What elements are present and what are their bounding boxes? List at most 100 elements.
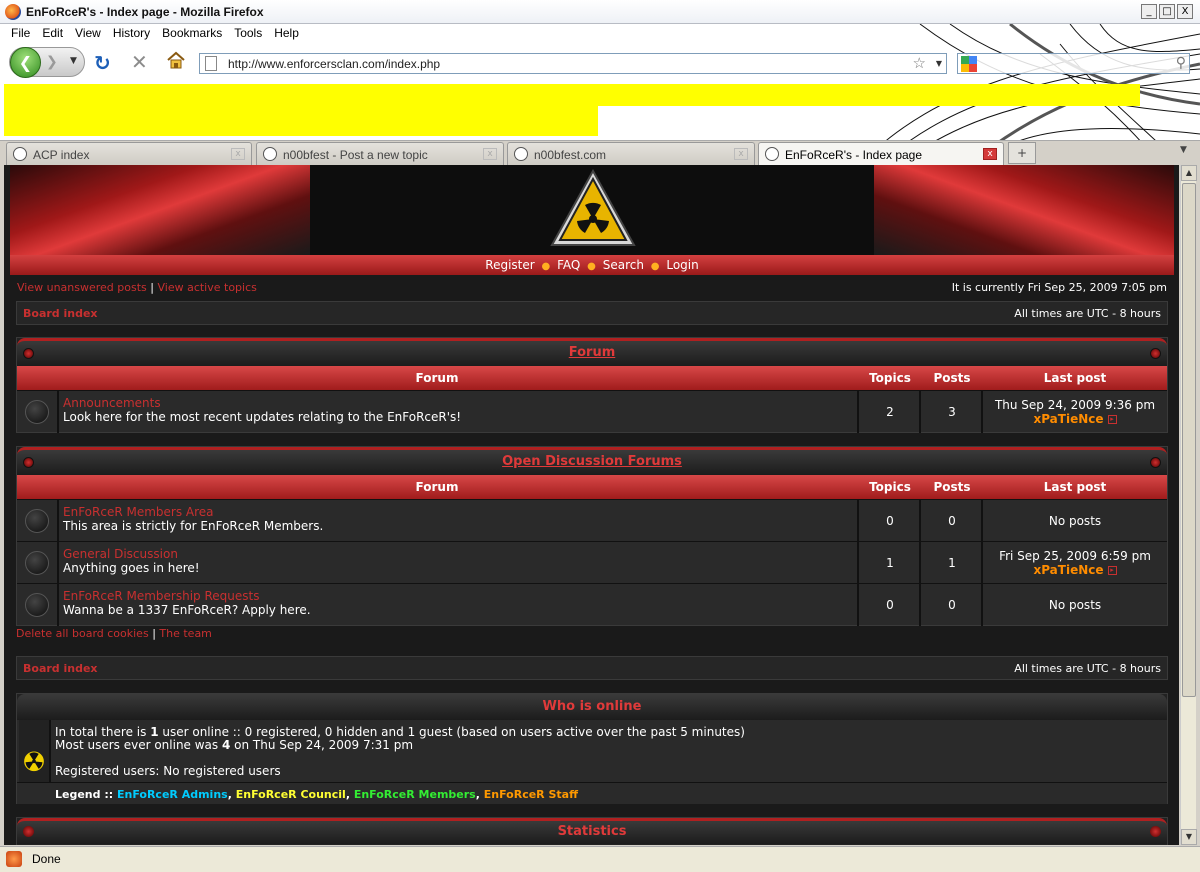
home-icon[interactable] [166, 51, 186, 69]
category-title-link[interactable]: Open Discussion Forums [502, 454, 682, 469]
tab-favicon-icon [514, 147, 528, 161]
radiation-warning-logo-icon[interactable] [550, 169, 636, 247]
tab-label: EnFoRceR's - Index page [785, 148, 923, 162]
posts-count: 1 [948, 556, 956, 570]
history-dropdown-icon[interactable]: ▼ [70, 56, 77, 66]
breadcrumb: Board index All times are UTC - 8 hours [16, 301, 1168, 325]
forum-description: Anything goes in here! [63, 561, 200, 575]
col-topics: Topics [869, 371, 911, 385]
banner-left-graphic [10, 165, 310, 255]
unanswered-posts-link[interactable]: View unanswered posts [17, 281, 147, 294]
active-topics-link[interactable]: View active topics [157, 281, 256, 294]
tab-list-icon[interactable]: ▼ [1180, 145, 1187, 155]
scroll-thumb[interactable] [1182, 183, 1196, 697]
menu-file[interactable]: File [0, 24, 36, 40]
legend-members-link[interactable]: EnFoRceR Members [354, 788, 476, 801]
current-time: It is currently Fri Sep 25, 2009 7:05 pm [951, 281, 1167, 294]
col-posts: Posts [933, 371, 971, 385]
last-post-date: No posts [1048, 598, 1102, 612]
status-addon-icon[interactable] [6, 851, 22, 867]
search-bar[interactable]: ⚲ [957, 53, 1190, 74]
tab-favicon-icon [13, 147, 27, 161]
tab-favicon-icon [263, 147, 277, 161]
bullet-icon: ● [541, 261, 551, 272]
forum-nav-bar: Register ● FAQ ● Search ● Login [10, 255, 1174, 275]
url-text[interactable]: http://www.enforcersclan.com/index.php [228, 57, 440, 71]
new-tab-button[interactable]: + [1008, 142, 1036, 164]
tab-acp-index[interactable]: ACP index x [6, 142, 252, 165]
forum-description: This area is strictly for EnFoRceR Membe… [63, 519, 324, 533]
who-is-online-panel: Who is online In total there is 1 user o… [16, 693, 1168, 804]
radiation-icon [19, 720, 51, 782]
tab-n00bfest[interactable]: n00bfest.com x [507, 142, 755, 165]
back-button[interactable]: ❮ [10, 47, 41, 78]
no-new-posts-icon [25, 593, 49, 617]
posts-count: 0 [948, 514, 956, 528]
view-latest-post-icon[interactable]: ▸ [1107, 415, 1117, 424]
statistics-header: Statistics [17, 818, 1167, 844]
menu-edit[interactable]: Edit [36, 24, 69, 40]
search-link[interactable]: Search [603, 258, 644, 272]
google-search-engine-icon[interactable] [961, 56, 977, 72]
faq-link[interactable]: FAQ [557, 258, 580, 272]
forum-name-link[interactable]: EnFoRceR Members Area [63, 505, 214, 519]
close-window-button[interactable]: X [1177, 4, 1193, 19]
maximize-button[interactable]: □ [1159, 4, 1175, 19]
legend-council-link[interactable]: EnFoRceR Council [236, 788, 346, 801]
board-index-link[interactable]: Board index [23, 662, 98, 675]
minimize-button[interactable]: _ [1141, 4, 1157, 19]
last-post-user-link[interactable]: xPaTieNce [1033, 563, 1103, 577]
tab-label: n00bfest.com [534, 148, 607, 162]
tab-close-icon[interactable]: x [983, 148, 997, 160]
register-link[interactable]: Register [485, 258, 534, 272]
search-icon[interactable]: ⚲ [1176, 55, 1186, 71]
navigation-toolbar: ❮ ❯ ▼ ↻ ✕ http://www.enforcersclan.com/i… [0, 44, 1200, 84]
scroll-down-icon[interactable]: ▼ [1181, 829, 1197, 845]
last-post-user-link[interactable]: xPaTieNce [1033, 412, 1103, 426]
category-title-link[interactable]: Forum [569, 345, 616, 360]
forum-name-link[interactable]: EnFoRceR Membership Requests [63, 589, 259, 603]
forum-name-link[interactable]: Announcements [63, 396, 161, 410]
login-link[interactable]: Login [666, 258, 698, 272]
column-headers: Forum Topics Posts Last post [17, 366, 1167, 390]
the-team-link[interactable]: The team [159, 627, 212, 640]
bullet-icon: ● [587, 261, 596, 272]
tab-close-icon[interactable]: x [734, 148, 748, 160]
menu-history[interactable]: History [107, 24, 156, 40]
legend-staff-link[interactable]: EnFoRceR Staff [484, 788, 578, 801]
tab-n00bfest-post[interactable]: n00bfest - Post a new topic x [256, 142, 504, 165]
legend-admins-link[interactable]: EnFoRceR Admins [117, 788, 228, 801]
timezone-text: All times are UTC - 8 hours [1014, 662, 1161, 675]
bookmark-star-icon[interactable]: ☆ [913, 54, 926, 72]
link-separator: | [150, 281, 154, 294]
no-new-posts-icon [25, 509, 49, 533]
tab-close-icon[interactable]: x [483, 148, 497, 160]
url-dropdown-icon[interactable]: ▼ [936, 59, 942, 68]
menu-help[interactable]: Help [268, 24, 305, 40]
stop-icon[interactable]: ✕ [131, 50, 148, 74]
corner-bolt-icon [23, 826, 34, 837]
vertical-scrollbar[interactable]: ▲ ▼ [1180, 165, 1197, 845]
url-bar[interactable]: http://www.enforcersclan.com/index.php ☆… [199, 53, 947, 74]
scroll-up-icon[interactable]: ▲ [1181, 165, 1197, 181]
registered-users-text: Registered users: No registered users [55, 764, 281, 778]
corner-bolt-icon [23, 348, 34, 359]
menu-bookmarks[interactable]: Bookmarks [156, 24, 228, 40]
tab-enforcers-index[interactable]: EnFoRceR's - Index page x [758, 142, 1004, 166]
delete-cookies-link[interactable]: Delete all board cookies [16, 627, 149, 640]
forum-name-link[interactable]: General Discussion [63, 547, 178, 561]
forum-row: Announcements Look here for the most rec… [17, 390, 1167, 433]
tab-close-icon[interactable]: x [231, 148, 245, 160]
board-index-link[interactable]: Board index [23, 307, 98, 320]
forward-button[interactable]: ❯ [46, 54, 58, 70]
forum-row: General Discussion Anything goes in here… [17, 541, 1167, 584]
topics-count: 2 [886, 405, 894, 419]
view-latest-post-icon[interactable]: ▸ [1107, 566, 1117, 575]
corner-bolt-icon [1150, 826, 1161, 837]
corner-bolt-icon [23, 457, 34, 468]
col-forum: Forum [415, 371, 459, 385]
category-open-discussion: Open Discussion Forums Forum Topics Post… [16, 446, 1168, 626]
menu-view[interactable]: View [69, 24, 107, 40]
reload-icon[interactable]: ↻ [94, 51, 111, 75]
menu-tools[interactable]: Tools [228, 24, 268, 40]
